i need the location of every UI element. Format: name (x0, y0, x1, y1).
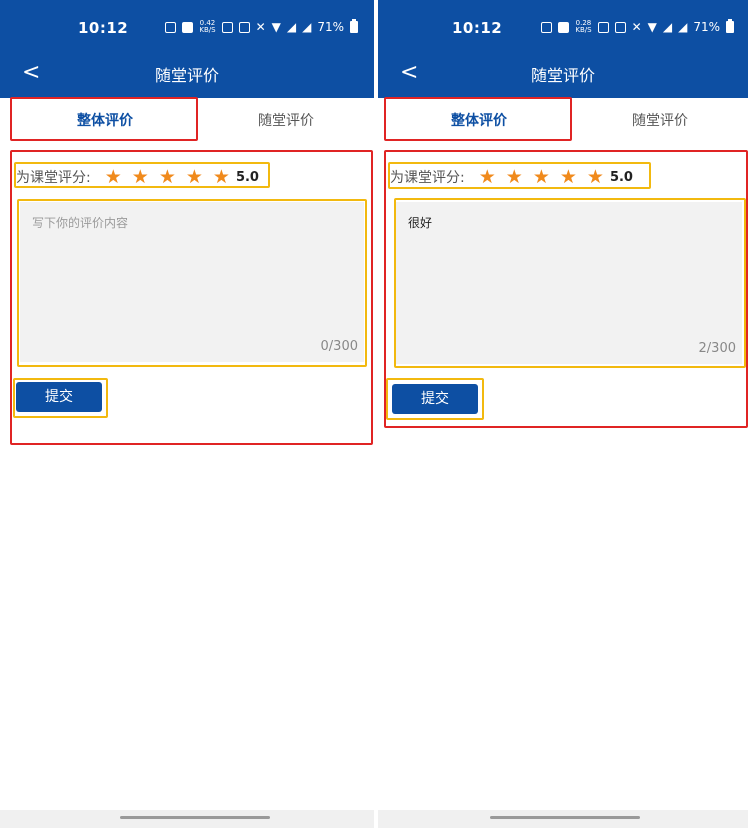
signal-icon-2: ◢ (302, 20, 312, 34)
star-icon[interactable]: ★ (560, 167, 577, 187)
nav-bar: < 随堂评价 (0, 48, 374, 98)
notification-icon (541, 21, 553, 33)
star-icon[interactable]: ★ (587, 167, 604, 187)
tab-bar: 整体评价 随堂评价 (0, 98, 374, 144)
volte-icon (238, 21, 250, 33)
rating-value: 5.0 (609, 169, 633, 185)
battery-icon (350, 19, 358, 33)
tab-overall-evaluation[interactable]: 整体评价 (386, 98, 572, 144)
network-speed: 0.28 KB/S (575, 19, 592, 34)
nav-bar: < 随堂评价 (378, 48, 748, 98)
image-icon (182, 21, 194, 33)
mute-icon: ✕ (631, 20, 642, 34)
nfc-icon (221, 21, 233, 33)
wifi-icon: ▼ (647, 20, 657, 34)
wifi-icon: ▼ (271, 20, 281, 34)
rating-row: 为课堂评分: ★ ★ ★ ★ ★ 5.0 (390, 164, 633, 190)
tab-bar: 整体评价 随堂评价 (378, 98, 748, 144)
notification-icon (165, 21, 177, 33)
battery-icon (726, 19, 734, 33)
rating-label: 为课堂评分: (16, 170, 91, 186)
page-title: 随堂评价 (530, 66, 595, 85)
page-title: 随堂评价 (154, 66, 219, 85)
image-icon (558, 21, 570, 33)
status-bar: 10:12 0.28 KB/S ✕ ▼ ◢ ◢ 71% (378, 0, 748, 48)
status-time: 10:12 (78, 19, 129, 37)
home-indicator[interactable] (490, 816, 640, 819)
star-icon[interactable]: ★ (213, 167, 230, 187)
home-indicator[interactable] (120, 816, 270, 819)
phone-screen-left: 10:12 0.42 KB/S ✕ ▼ ◢ ◢ 71% < 随堂评价 整体评价 随… (0, 0, 374, 828)
signal-icon-2: ◢ (678, 20, 688, 34)
char-counter: 2/300 (698, 341, 736, 356)
status-time: 10:12 (452, 19, 503, 37)
system-nav-bar (378, 810, 748, 828)
nfc-icon (597, 21, 609, 33)
comment-textarea[interactable]: 写下你的评价内容 0/300 (20, 202, 364, 362)
char-counter: 0/300 (320, 339, 358, 354)
star-icon[interactable]: ★ (506, 167, 523, 187)
system-nav-bar (0, 810, 374, 828)
textarea-value: 很好 (408, 216, 433, 230)
star-icon[interactable]: ★ (533, 167, 550, 187)
tab-class-evaluation[interactable]: 随堂评价 (572, 98, 748, 144)
battery-percent: 71% (317, 20, 344, 34)
tab-overall-evaluation[interactable]: 整体评价 (12, 98, 198, 144)
star-icon[interactable]: ★ (186, 167, 203, 187)
star-icon[interactable]: ★ (132, 167, 149, 187)
comment-textarea[interactable]: 很好 2/300 (396, 202, 742, 364)
status-icons: 0.42 KB/S ✕ ▼ ◢ ◢ 71% (165, 19, 358, 34)
signal-icon: ◢ (662, 20, 673, 34)
rating-row: 为课堂评分: ★ ★ ★ ★ ★ 5.0 (16, 164, 259, 190)
submit-button[interactable]: 提交 (392, 384, 478, 414)
battery-percent: 71% (693, 20, 720, 34)
signal-icon: ◢ (286, 20, 297, 34)
rating-value: 5.0 (235, 169, 259, 185)
textarea-placeholder: 写下你的评价内容 (32, 216, 129, 230)
phone-screen-right: 10:12 0.28 KB/S ✕ ▼ ◢ ◢ 71% < 随堂评价 整体评价 随… (378, 0, 748, 828)
tab-class-evaluation[interactable]: 随堂评价 (198, 98, 374, 144)
rating-label: 为课堂评分: (390, 170, 465, 186)
network-speed: 0.42 KB/S (199, 19, 216, 34)
status-icons: 0.28 KB/S ✕ ▼ ◢ ◢ 71% (541, 19, 734, 34)
mute-icon: ✕ (255, 20, 266, 34)
submit-button[interactable]: 提交 (16, 382, 102, 412)
volte-icon (614, 21, 626, 33)
star-icon[interactable]: ★ (479, 167, 496, 187)
status-bar: 10:12 0.42 KB/S ✕ ▼ ◢ ◢ 71% (0, 0, 374, 48)
star-icon[interactable]: ★ (105, 167, 122, 187)
star-icon[interactable]: ★ (159, 167, 176, 187)
